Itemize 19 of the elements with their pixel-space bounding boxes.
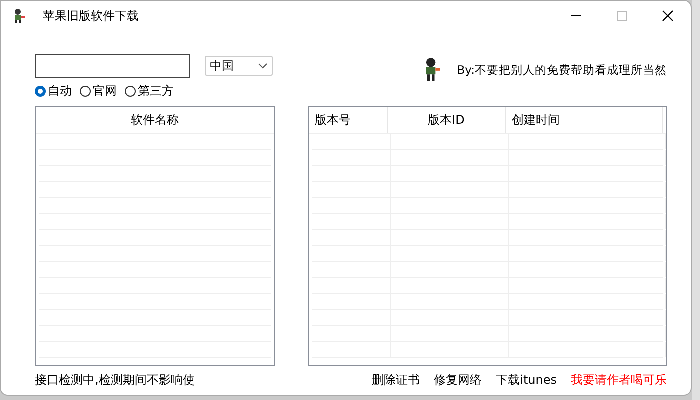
column-header[interactable]: 版本号 (309, 107, 388, 133)
link[interactable]: 删除证书 (372, 372, 420, 389)
search-field[interactable] (35, 54, 190, 78)
software-list[interactable]: 软件名称 (35, 106, 275, 366)
column-header[interactable]: 软件名称 (36, 112, 274, 128)
author-note: By:不要把别人的免费帮助看成理所当然 (457, 62, 667, 78)
version-table[interactable]: 版本号 版本ID 创建时间 (308, 106, 667, 366)
column-header[interactable]: 版本ID (388, 107, 506, 133)
region-dropdown[interactable]: 中国 (205, 56, 273, 76)
link[interactable]: 我要请作者喝可乐 (571, 372, 667, 389)
radio-option[interactable]: 第三方 (125, 83, 174, 100)
radio-option[interactable]: 官网 (80, 83, 117, 100)
link[interactable]: 下载itunes (496, 372, 557, 389)
column-header[interactable]: 创建时间 (506, 107, 663, 133)
caret-icon (258, 63, 268, 69)
link[interactable]: 修复网络 (434, 372, 482, 389)
status-message: 接口检测中,检测期间不影响使 (35, 372, 195, 389)
window-title: 苹果旧版软件下载 (43, 8, 139, 24)
radio-option[interactable]: 自动 (35, 83, 72, 100)
